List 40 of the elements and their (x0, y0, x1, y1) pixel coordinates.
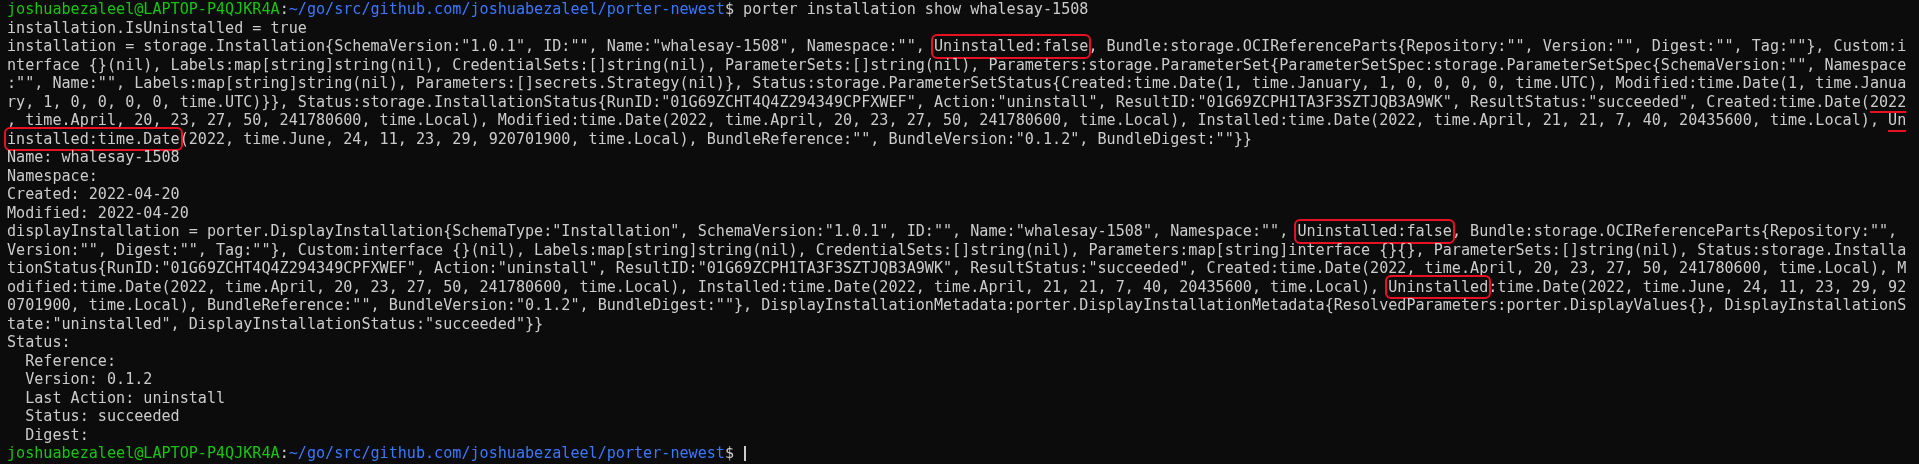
underlined-text: Un (1888, 111, 1907, 130)
terminal-text: :time.Date(2022, time.June, 24, 11, 23, 29, 92 (1488, 277, 1907, 296)
prompt-user: joshuabezaleel@LAPTOP-P4QJKR4A (7, 0, 280, 19)
prompt-path: ~/go/src/github.com/joshuabezaleel/porter-newest (288, 0, 725, 19)
terminal-line: Created: 2022-04-20 (7, 185, 180, 204)
terminal-line: Version: 0.1.2 (24, 370, 153, 389)
circled-text: Uninstalled:false (1297, 222, 1452, 241)
terminal-text: displayInstallation = porter.DisplayInstallation{SchemaType:"Installation", SchemaVersion:"1.0.1", ID:"", Name:"whalesay-1508", Namespace:"", (7, 222, 1290, 241)
terminal-line: Status: succeeded (24, 407, 180, 426)
circled-text: Uninstalled:false (933, 37, 1089, 56)
terminal-line: Namespace: (7, 166, 98, 185)
terminal-line: tate:"uninstalled", DisplayInstallationStatus:"succeeded"}} (7, 314, 544, 333)
prompt-user: joshuabezaleel@LAPTOP-P4QJKR4A (7, 444, 280, 463)
terminal-line: 0701900, time.Local), BundleReference:"", BundleVersion:"0.1.2", BundleDigest:""}, DisplayInstallationMetadata:porter.DisplayInstallationMetadata{ResolvedParameters:porter.DisplayValues{}, DisplayInstallationS (7, 296, 1907, 315)
terminal-line: :"", Name:"", Labels:map[string]string(nil), Parameters:[]secrets.Strategy(nil)}, Status:storage.ParameterSetStatus{Created:time.Date(1, time.January, 1, 0, 0, 0, 0, time.UTC), Modified:time.Date(1, time.Janua (7, 74, 1907, 93)
terminal-text: , Bundle:storage.OCIReferenceParts{Repository:"", (1451, 222, 1898, 241)
terminal-line: Last Action: uninstall (24, 388, 226, 407)
terminal-line: installation.IsUninstalled = true (7, 18, 307, 37)
terminal-line: Version:"", Digest:"", Tag:""}, Custom:interface {}(nil), Labels:map[string]string(nil), CredentialSets:[]string(nil), Parameters:map[string]interface {}{}, ParameterSets:[]string(nil), Status:storage.Installa (7, 240, 1907, 259)
terminal-text: , Bundle:storage.OCIReferenceParts{Repository:"", Version:"", Digest:"", Tag:""}, Custom:i (1088, 37, 1907, 56)
terminal-text: installation = storage.Installation{SchemaVersion:"1.0.1", ID:"", Name:"whalesay-1508", Namespace:"", (7, 37, 926, 56)
terminal-text: : (279, 444, 289, 463)
terminal-text: odified:time.Date(2022, time.April, 20, 23, 27, 50, 241780600, time.Local), Installed:time.Date(2022, time.April, 21, 21, 7, 40, 20435600, time.Local), (7, 277, 1381, 296)
terminal-text: (2022, time.June, 24, 11, 23, 29, 920701900, time.Local), BundleReference:"", BundleVersion:"0.1.2", BundleDigest:""}} (179, 129, 1252, 148)
underlined-text: 2022 (1869, 92, 1907, 111)
terminal-line: Digest: (24, 425, 89, 444)
terminal-text: : (279, 0, 289, 19)
terminal-line: nterface {}(nil), Labels:map[string]string(nil), CredentialSets:[]string(nil), ParameterSets:[]string(nil), Parameters:storage.ParameterSet{ParameterSetSpec:storage.ParameterSetSpec{SchemaVersion:"", Namespace (7, 55, 1907, 74)
terminal-text: $ (724, 444, 735, 463)
terminal-text: $ porter installation show whalesay-1508 (724, 0, 1089, 19)
terminal-text: , time.April, 20, 23, 27, 50, 241780600, time.Local), Modified:time.Date(2022, time.April, 20, 23, 27, 50, 241780600, time.Local), Installed:time.Date(2022, time.April, 21, 21, 7, 40, 20435600, time.Local), (7, 111, 1880, 130)
terminal-line: Name: whalesay-1508 (7, 148, 180, 167)
terminal-line: Modified: 2022-04-20 (7, 203, 189, 222)
terminal-line: Status: (7, 333, 71, 352)
circled-text: Uninstalled (1388, 277, 1489, 296)
circled-text: installed:time.Date (7, 129, 180, 148)
terminal-line: tionStatus{RunID:"01G69ZCHT4Q4Z294349CPFXWEF", Action:"uninstall", ResultID:"01G69ZCPH1TA3F3SZTJQB3A9WK", ResultStatus:"succeeded", Created:time.Date(2022, time.April, 20, 23, 27, 50, 241780600, time.Local), M (7, 259, 1907, 278)
prompt-path: ~/go/src/github.com/joshuabezaleel/porter-newest (288, 444, 725, 463)
terminal-text: ry, 1, 0, 0, 0, 0, time.UTC)}}, Status:storage.InstallationStatus{RunID:"01G69ZCHT4Q4Z294349CPFXWEF", Action:"uninstall", ResultID:"01G69ZCPH1TA3F3SZTJQB3A9WK", ResultStatus:"succeeded", Created:time.Date( (7, 92, 1870, 111)
terminal-line: Reference: (24, 351, 117, 370)
